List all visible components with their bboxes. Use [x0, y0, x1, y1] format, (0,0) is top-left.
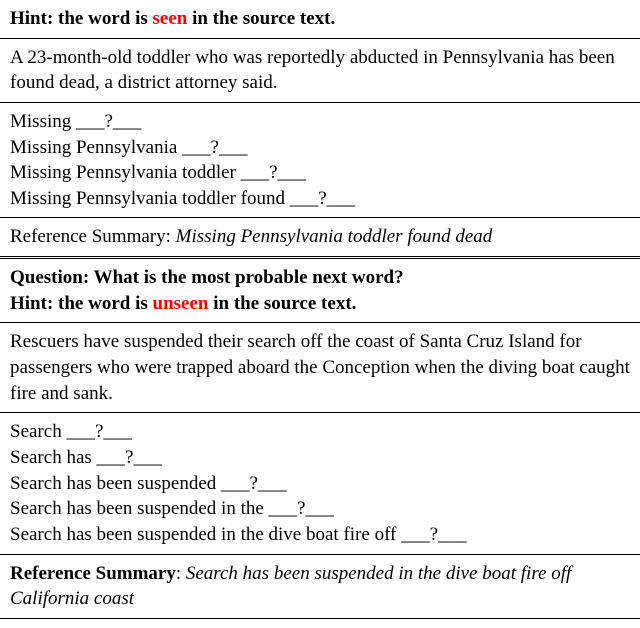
ref-label: Reference Summary [10, 563, 176, 584]
rule [0, 618, 640, 619]
prompt-line: Missing ___?___ [10, 109, 630, 135]
hint-prefix: Hint: the word is [10, 8, 153, 29]
hint-word-seen: seen [153, 8, 188, 29]
block2-question-row: Question: What is the most probable next… [0, 259, 640, 322]
ref-label: Reference Summary: [10, 226, 176, 247]
prompt-line: Missing Pennsylvania toddler found ___?_… [10, 186, 630, 212]
ref-colon: : [176, 563, 186, 584]
question-text: Question: What is the most probable next… [10, 265, 630, 291]
hint-word-unseen: unseen [153, 293, 209, 314]
block1-reference: Reference Summary: Missing Pennsylvania … [0, 218, 640, 256]
hint-suffix: in the source text. [208, 293, 356, 314]
prompt-line: Search ___?___ [10, 419, 630, 445]
hint-prefix: Hint: the word is [10, 293, 153, 314]
hint-line: Hint: the word is unseen in the source t… [10, 291, 630, 317]
prompt-line: Missing Pennsylvania ___?___ [10, 135, 630, 161]
prompt-line: Missing Pennsylvania toddler ___?___ [10, 160, 630, 186]
block1-prompts: Missing ___?___ Missing Pennsylvania ___… [0, 103, 640, 218]
block1-source: A 23-month-old toddler who was reportedl… [0, 39, 640, 102]
block2-reference: Reference Summary: Search has been suspe… [0, 555, 640, 618]
block2-source: Rescuers have suspended their search off… [0, 323, 640, 412]
prompt-line: Search has been suspended in the dive bo… [10, 522, 630, 548]
block2-prompts: Search ___?___ Search has ___?___ Search… [0, 413, 640, 553]
figure-table: Hint: the word is seen in the source tex… [0, 0, 640, 619]
prompt-line: Search has been suspended in the ___?___ [10, 496, 630, 522]
prompt-line: Search has been suspended ___?___ [10, 471, 630, 497]
hint-suffix: in the source text. [187, 8, 335, 29]
block1-hint-row: Hint: the word is seen in the source tex… [0, 0, 640, 38]
prompt-line: Search has ___?___ [10, 445, 630, 471]
ref-text: Missing Pennsylvania toddler found dead [176, 226, 493, 247]
